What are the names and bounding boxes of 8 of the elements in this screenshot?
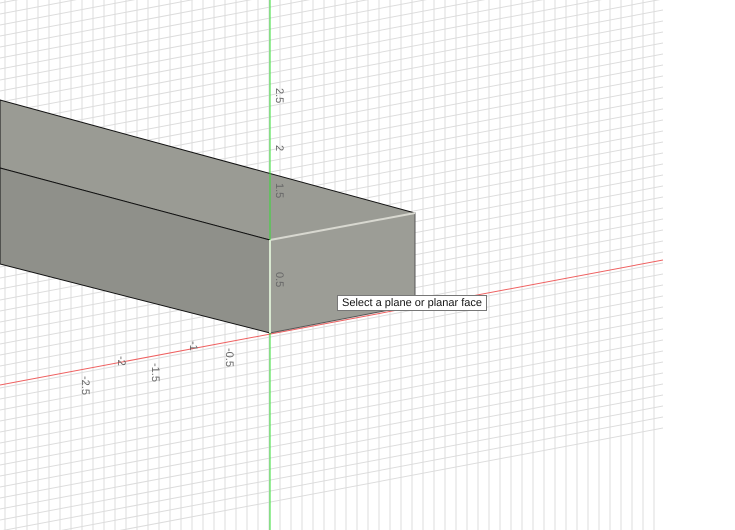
axis-label: 2.5 — [273, 88, 285, 104]
axis-label: -0.5 — [223, 348, 235, 367]
axis-label: -2 — [115, 356, 127, 366]
axis-label: -1 — [187, 341, 199, 351]
axis-label: 2 — [273, 145, 285, 152]
tooltip: Select a plane or planar face — [337, 295, 488, 311]
axis-label: -1.5 — [149, 363, 161, 382]
axis-label: -2.5 — [79, 376, 91, 395]
